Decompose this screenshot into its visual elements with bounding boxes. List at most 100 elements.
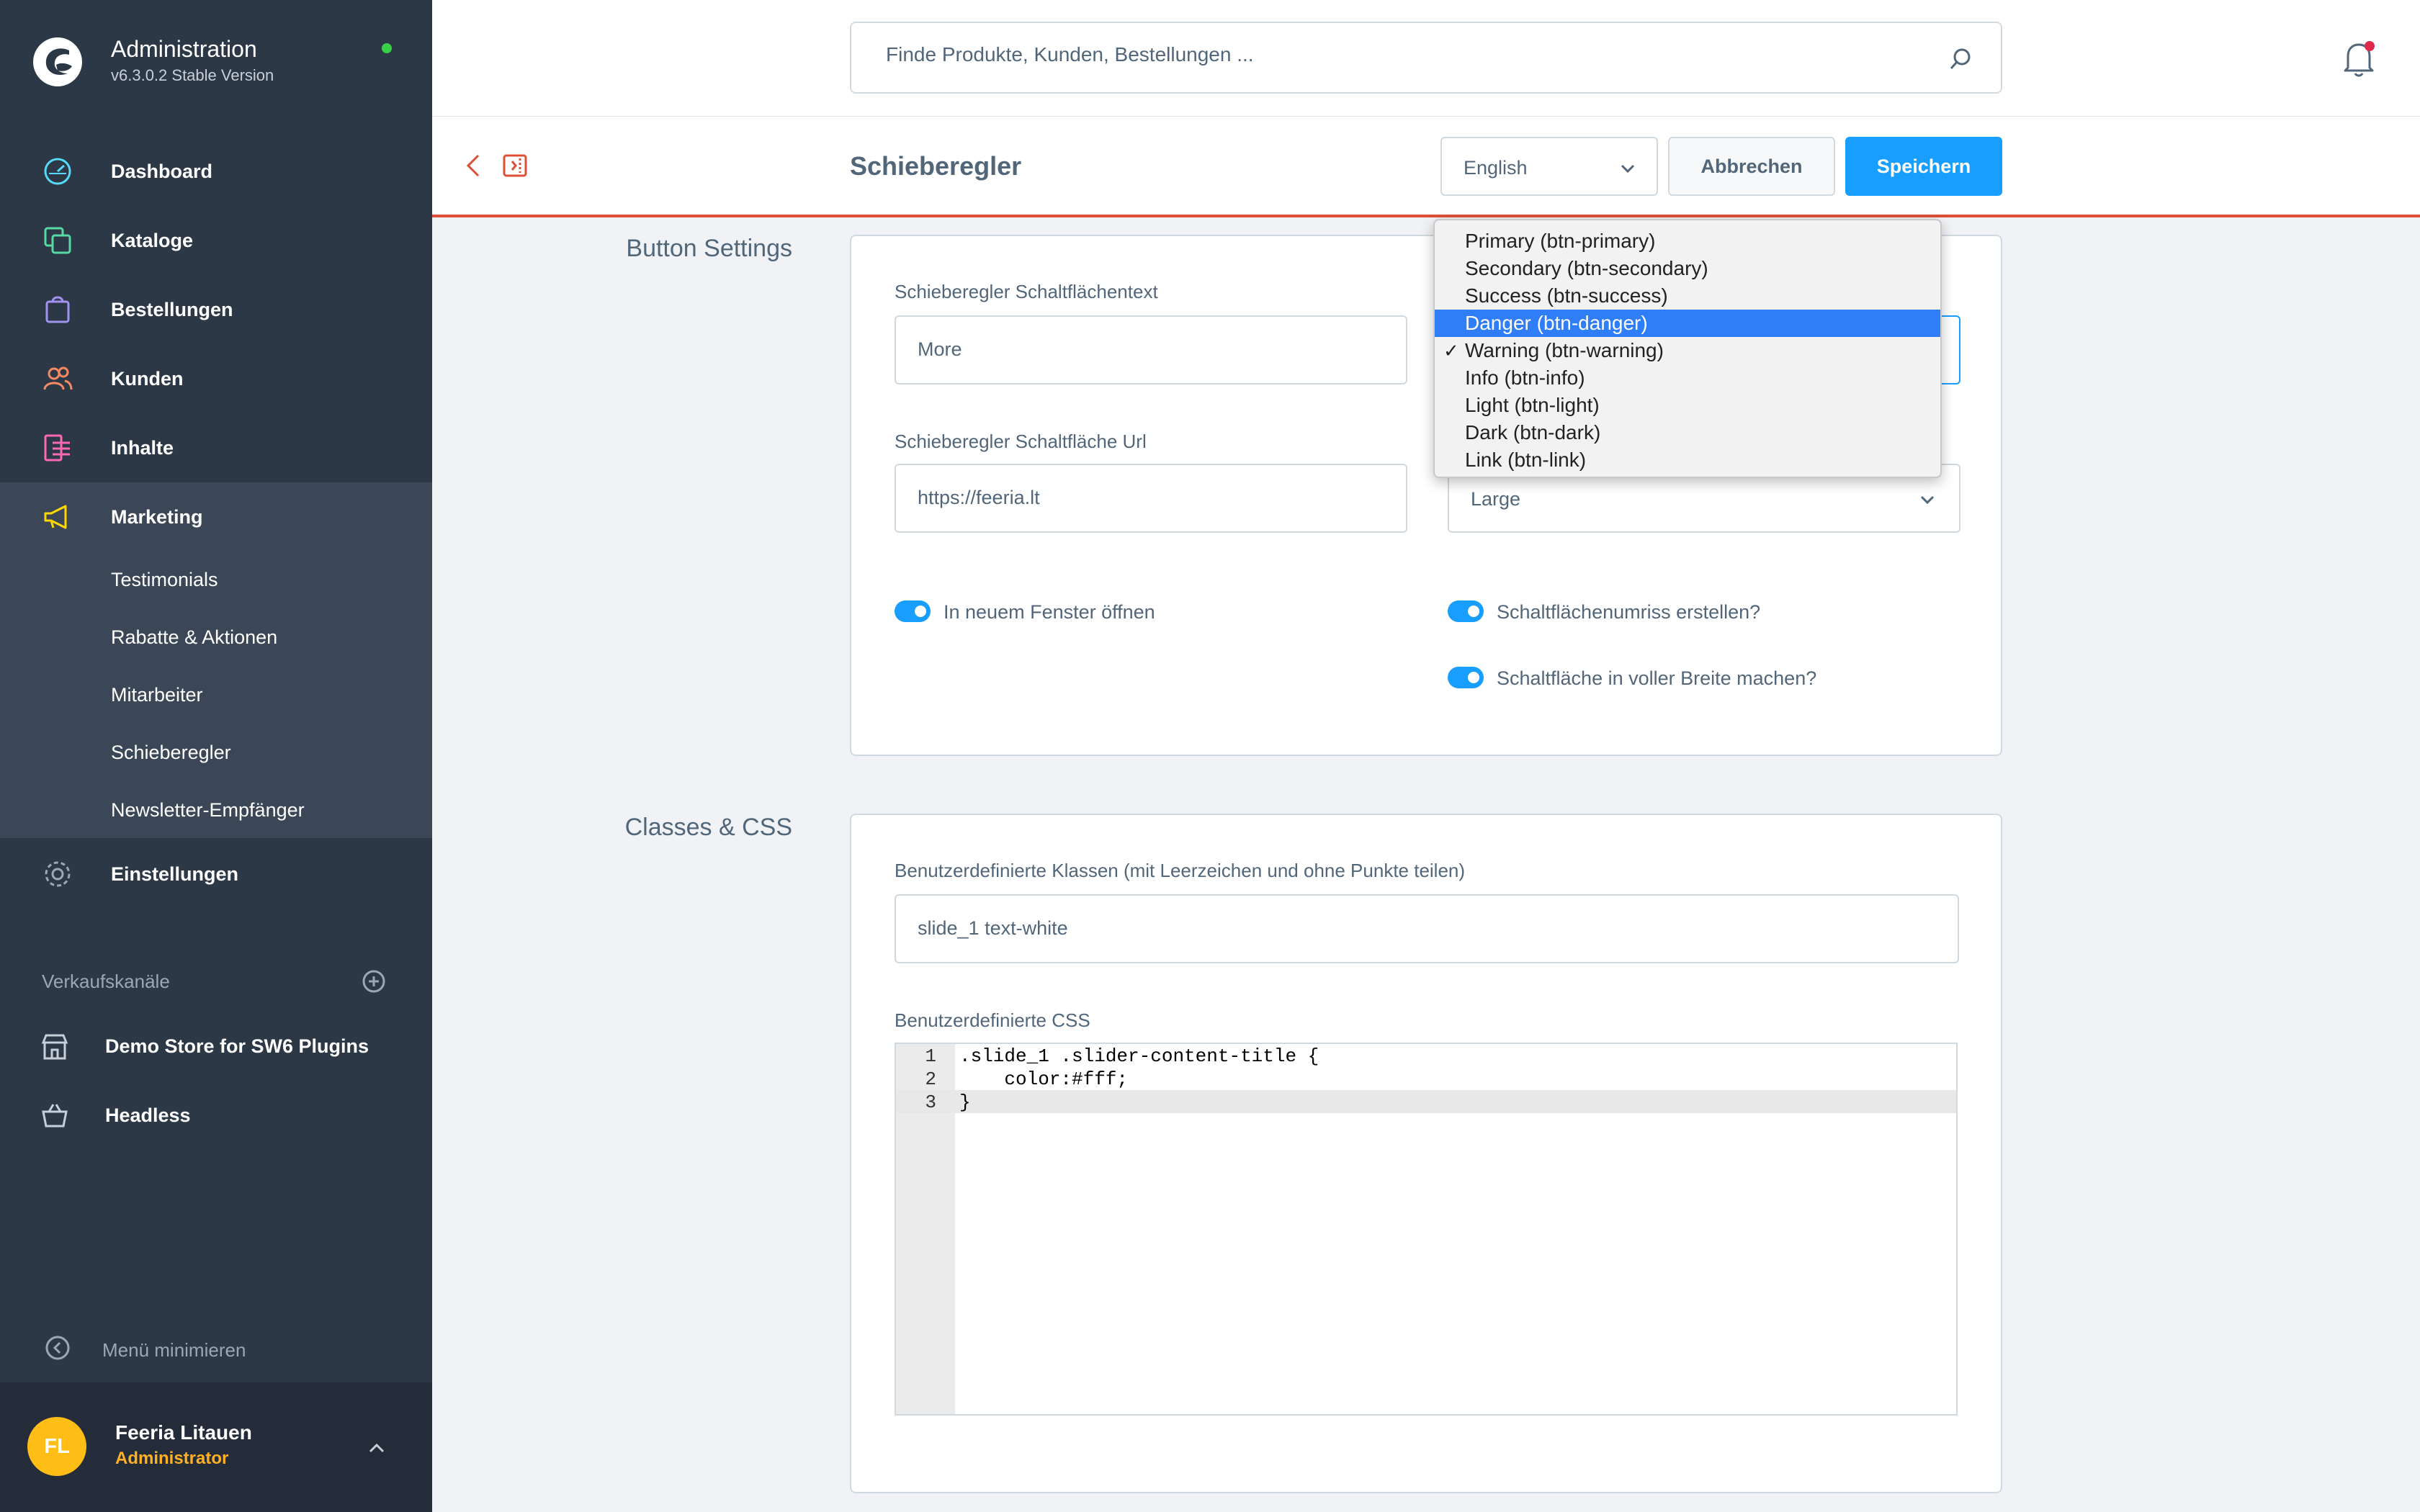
chevron-down-icon (1621, 164, 1635, 174)
user-menu[interactable]: FL Feeria Litauen Administrator (0, 1382, 432, 1512)
dropdown-option[interactable]: Secondary (btn-secondary) (1435, 255, 1940, 282)
dashboard-icon (40, 154, 75, 189)
orders-icon (40, 292, 75, 327)
subnav-item-newsletter[interactable]: Newsletter-Empfänger (111, 799, 305, 822)
code-line: 1 .slide_1 .slider-content-title { (896, 1044, 1956, 1067)
nav-item-orders[interactable]: Bestellungen (0, 275, 432, 344)
dropdown-option-selected[interactable]: ✓ Warning (btn-warning) (1435, 337, 1940, 364)
button-text-field[interactable] (895, 315, 1407, 384)
content-icon (40, 431, 75, 465)
back-arrow-icon[interactable] (461, 151, 487, 180)
notification-bell-icon[interactable] (2341, 39, 2377, 78)
admin-sidebar: Administration v6.3.0.2 Stable Version D… (0, 0, 432, 1512)
dropdown-option[interactable]: Info (btn-info) (1435, 364, 1940, 392)
checkmark-icon: ✓ (1443, 340, 1459, 361)
dropdown-option[interactable]: Light (btn-light) (1435, 392, 1940, 419)
subnav-item-employees[interactable]: Mitarbeiter (111, 684, 203, 706)
toggle-full-width[interactable]: Schaltfläche in voller Breite machen? (1448, 664, 1880, 693)
user-name: Feeria Litauen (115, 1421, 252, 1444)
option-label: Primary (btn-primary) (1465, 230, 1656, 252)
nav-label: Kunden (111, 367, 184, 390)
brand-title: Administration (111, 36, 257, 62)
smart-bar: Schieberegler English Abbrechen Speicher… (432, 117, 2420, 217)
option-label: Light (btn-light) (1465, 394, 1600, 416)
catalog-icon (40, 223, 75, 258)
nav-item-marketing[interactable]: Marketing (0, 482, 432, 552)
switch-knob (1468, 606, 1479, 617)
settings-icon (40, 857, 75, 891)
option-label: Link (btn-link) (1465, 449, 1587, 471)
subnav-item-discounts[interactable]: Rabatte & Aktionen (111, 626, 277, 649)
marketing-icon (40, 500, 75, 534)
button-url-field[interactable] (895, 464, 1407, 533)
global-search[interactable] (850, 22, 2002, 94)
new-window-switch[interactable] (895, 600, 931, 622)
language-value: English (1464, 157, 1528, 179)
nav-item-customers[interactable]: Kunden (0, 344, 432, 413)
dropdown-option[interactable]: Link (btn-link) (1435, 446, 1940, 474)
line-text: } (959, 1092, 971, 1113)
sidebar-toggle-icon[interactable] (501, 151, 529, 180)
minimize-menu-button[interactable]: Menü minimieren (0, 1325, 432, 1371)
custom-css-editor[interactable]: 1 .slide_1 .slider-content-title { 2 col… (895, 1043, 1958, 1416)
sales-channel-headless[interactable]: Headless (0, 1083, 432, 1148)
dropdown-option[interactable]: Success (btn-success) (1435, 282, 1940, 310)
save-button[interactable]: Speichern (1845, 137, 2002, 196)
option-label: Warning (btn-warning) (1465, 339, 1664, 361)
switch-knob (1468, 672, 1479, 683)
add-sales-channel-icon[interactable] (362, 969, 386, 994)
chevron-down-icon (1920, 495, 1935, 505)
search-icon[interactable] (1948, 46, 1973, 72)
nav-label: Bestellungen (111, 298, 233, 320)
nav-item-dashboard[interactable]: Dashboard (0, 137, 432, 206)
outline-switch[interactable] (1448, 600, 1484, 622)
option-label: Success (btn-success) (1465, 284, 1668, 307)
classes-css-card: Benutzerdefinierte Klassen (mit Leerzeic… (850, 814, 2002, 1493)
toggle-outline[interactable]: Schaltflächenumriss erstellen? (1448, 598, 1880, 626)
toggle-label: Schaltflächenumriss erstellen? (1497, 601, 1761, 623)
button-text-label: Schieberegler Schaltflächentext (895, 281, 1158, 302)
sales-channels-heading: Verkaufskanäle (42, 971, 170, 992)
custom-classes-label: Benutzerdefinierte Klassen (mit Leerzeic… (895, 860, 1466, 881)
button-text-input[interactable] (918, 338, 1377, 361)
search-input[interactable] (886, 43, 1894, 66)
classes-css-section-label: Classes & CSS (624, 814, 792, 841)
marketing-submenu: Testimonials Rabatte & Aktionen Mitarbei… (0, 550, 432, 838)
language-select[interactable]: English (1440, 137, 1658, 196)
custom-css-label: Benutzerdefinierte CSS (895, 1009, 1090, 1031)
custom-classes-field[interactable] (895, 894, 1959, 963)
nav-item-settings[interactable]: Einstellungen (0, 840, 432, 909)
dropdown-option[interactable]: Primary (btn-primary) (1435, 228, 1940, 255)
button-settings-section-label: Button Settings (626, 235, 792, 262)
button-url-label: Schieberegler Schaltfläche Url (895, 431, 1147, 452)
code-line-active: 3 } (896, 1090, 1956, 1113)
full-width-switch[interactable] (1448, 667, 1484, 688)
option-label: Danger (btn-danger) (1465, 312, 1648, 334)
dropdown-option-highlighted[interactable]: Danger (btn-danger) (1435, 310, 1940, 337)
toggle-new-window[interactable]: In neuem Fenster öffnen (895, 598, 1327, 626)
cancel-button[interactable]: Abbrechen (1668, 137, 1835, 196)
switch-knob (915, 606, 926, 617)
subnav-item-slider[interactable]: Schieberegler (111, 742, 231, 764)
button-variant-dropdown[interactable]: Primary (btn-primary) Secondary (btn-sec… (1433, 219, 1942, 478)
brand-version: v6.3.0.2 Stable Version (111, 66, 274, 84)
toggle-label: In neuem Fenster öffnen (944, 601, 1155, 623)
chevron-up-icon (369, 1443, 385, 1453)
nav-item-catalogs[interactable]: Kataloge (0, 206, 432, 275)
chevron-left-circle-icon (45, 1336, 70, 1360)
custom-classes-input[interactable] (918, 917, 1873, 940)
dropdown-option[interactable]: Dark (btn-dark) (1435, 419, 1940, 446)
nav-label: Marketing (111, 505, 203, 528)
nav-item-content[interactable]: Inhalte (0, 413, 432, 482)
option-label: Dark (btn-dark) (1465, 421, 1601, 444)
top-bar (432, 0, 2420, 117)
line-text: .slide_1 .slider-content-title { (959, 1045, 1319, 1067)
button-url-input[interactable] (918, 487, 1377, 509)
nav-label: Inhalte (111, 436, 174, 459)
line-text: color:#fff; (959, 1068, 1129, 1090)
subnav-item-testimonials[interactable]: Testimonials (111, 569, 218, 591)
shopware-logo-icon[interactable] (32, 36, 84, 88)
sales-channel-demo-store[interactable]: Demo Store for SW6 Plugins (0, 1014, 432, 1079)
line-number: 2 (925, 1068, 936, 1090)
code-line: 2 color:#fff; (896, 1067, 1956, 1090)
